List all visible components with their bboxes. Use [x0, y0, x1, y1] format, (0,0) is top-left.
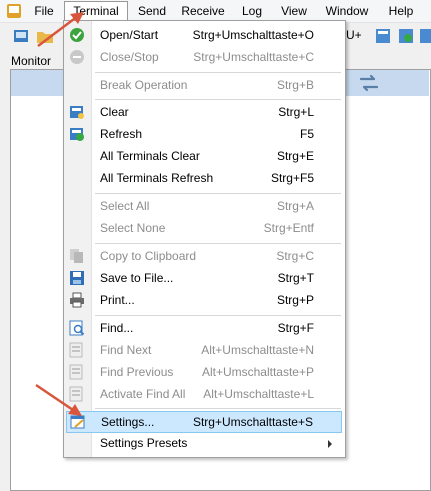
- new-terminal-icon[interactable]: [12, 27, 30, 45]
- find-all-icon: [69, 386, 83, 402]
- menu-item-label: Copy to Clipboard: [100, 249, 197, 263]
- menu-item-label: All Terminals Refresh: [100, 171, 214, 185]
- menu-item-label: Clear: [100, 105, 129, 119]
- menu-item-copy-to-clipboard[interactable]: Copy to Clipboard Strg+C: [66, 246, 342, 267]
- menu-item-shortcut: Strg+P: [276, 293, 314, 307]
- print-icon: [70, 292, 84, 308]
- menu-file[interactable]: File: [30, 2, 58, 20]
- menu-item-label: Select None: [100, 221, 166, 235]
- refresh-icon: [70, 128, 84, 141]
- menu-item-label: Select All: [100, 199, 150, 213]
- menu-item-settings[interactable]: Settings... Strg+Umschalttaste+S: [66, 411, 342, 433]
- menu-log[interactable]: Log: [238, 2, 266, 20]
- menu-item-shortcut: Strg+B: [276, 78, 314, 92]
- app-icon: [7, 4, 21, 18]
- menu-item-all-terminals-clear[interactable]: All Terminals Clear Strg+E: [66, 146, 342, 167]
- menu-item-shortcut: Strg+Entf: [263, 221, 314, 235]
- menu-send[interactable]: Send: [133, 2, 171, 20]
- terminal-dropdown-menu: Open/Start Strg+Umschalttaste+O Close/St…: [63, 20, 346, 458]
- menu-item-label: Break Operation: [100, 78, 188, 92]
- menu-item-shortcut: Alt+Umschalttaste+P: [201, 365, 314, 379]
- menu-item-open-start[interactable]: Open/Start Strg+Umschalttaste+O: [66, 25, 342, 46]
- stop-icon: [70, 50, 84, 64]
- menu-view[interactable]: View: [278, 2, 310, 20]
- open-folder-icon[interactable]: [36, 27, 54, 45]
- menu-item-label: Refresh: [100, 127, 143, 141]
- menu-item-shortcut: Strg+Umschalttaste+S: [192, 415, 313, 429]
- save-icon: [70, 271, 84, 285]
- menu-separator: [95, 72, 341, 73]
- menu-item-label: Find Next: [100, 343, 152, 357]
- menu-item-shortcut: Strg+Umschalttaste+O: [192, 28, 314, 42]
- menu-item-label: Settings...: [101, 415, 155, 429]
- menu-item-select-all[interactable]: Select All Strg+A: [66, 196, 342, 217]
- clear-icon: [70, 106, 84, 119]
- toolbar-terminal-icon[interactable]: [374, 27, 392, 45]
- menu-item-label: Save to File...: [100, 271, 174, 285]
- find-previous-icon: [69, 364, 83, 380]
- menu-item-label: Find...: [100, 321, 134, 335]
- toolbar-partial-label: U+: [346, 28, 362, 42]
- menu-window[interactable]: Window: [322, 2, 372, 20]
- find-icon: [69, 320, 85, 336]
- monitor-tab[interactable]: Monitor: [11, 53, 51, 69]
- menu-item-shortcut: Strg+C: [276, 249, 314, 263]
- menu-item-find-next[interactable]: Find Next Alt+Umschalttaste+N: [66, 340, 342, 361]
- menu-item-shortcut: Strg+E: [276, 149, 314, 163]
- menu-item-print[interactable]: Print... Strg+P: [66, 290, 342, 311]
- menu-item-find[interactable]: Find... Strg+F: [66, 318, 342, 339]
- menu-item-activate-find-all[interactable]: Activate Find All Alt+Umschalttaste+L: [66, 384, 342, 405]
- menu-item-shortcut: Strg+L: [278, 105, 314, 119]
- menu-item-shortcut: Strg+T: [277, 271, 314, 285]
- toolbar-refresh-icon[interactable]: [397, 27, 415, 45]
- menu-item-label: Open/Start: [100, 28, 159, 42]
- menu-item-break-operation[interactable]: Break Operation Strg+B: [66, 75, 342, 96]
- menu-item-find-previous[interactable]: Find Previous Alt+Umschalttaste+P: [66, 362, 342, 383]
- menu-item-clear[interactable]: Clear Strg+L: [66, 102, 342, 123]
- menu-item-label: All Terminals Clear: [100, 149, 200, 163]
- menu-item-label: Find Previous: [100, 365, 174, 379]
- menu-item-refresh[interactable]: Refresh F5: [66, 124, 342, 145]
- menu-item-select-none[interactable]: Select None Strg+Entf: [66, 218, 342, 239]
- find-next-icon: [69, 342, 83, 358]
- menu-item-all-terminals-refresh[interactable]: All Terminals Refresh Strg+F5: [66, 168, 342, 189]
- menu-item-shortcut: Strg+A: [276, 199, 314, 213]
- swap-arrows-icon[interactable]: [357, 72, 381, 94]
- menu-item-label: Close/Stop: [100, 50, 159, 64]
- menu-item-label: Settings Presets: [100, 436, 188, 450]
- toolbar-extra-icon[interactable]: [418, 27, 431, 45]
- submenu-arrow-icon: [328, 440, 332, 448]
- menu-item-shortcut: Alt+Umschalttaste+L: [203, 387, 314, 401]
- menu-item-shortcut: Strg+Umschalttaste+C: [193, 50, 314, 64]
- menu-item-settings-presets[interactable]: Settings Presets: [66, 433, 342, 454]
- menu-separator: [95, 408, 341, 409]
- menu-item-close-stop[interactable]: Close/Stop Strg+Umschalttaste+C: [66, 47, 342, 68]
- menu-item-shortcut: Alt+Umschalttaste+N: [201, 343, 314, 357]
- menu-separator: [95, 243, 341, 244]
- settings-icon: [70, 415, 85, 429]
- menu-separator: [95, 315, 341, 316]
- menu-item-shortcut: Strg+F: [277, 321, 314, 335]
- menu-receive[interactable]: Receive: [180, 2, 226, 20]
- menu-separator: [95, 193, 341, 194]
- menu-item-shortcut: Strg+F5: [270, 171, 314, 185]
- menu-help[interactable]: Help: [385, 2, 417, 20]
- menu-item-save-to-file[interactable]: Save to File... Strg+T: [66, 268, 342, 289]
- menu-separator: [95, 99, 341, 100]
- menu-item-shortcut: F5: [299, 127, 314, 141]
- copy-icon: [70, 249, 83, 263]
- menu-item-label: Activate Find All: [100, 387, 186, 401]
- green-check-icon: [70, 28, 84, 42]
- menu-item-label: Print...: [100, 293, 135, 307]
